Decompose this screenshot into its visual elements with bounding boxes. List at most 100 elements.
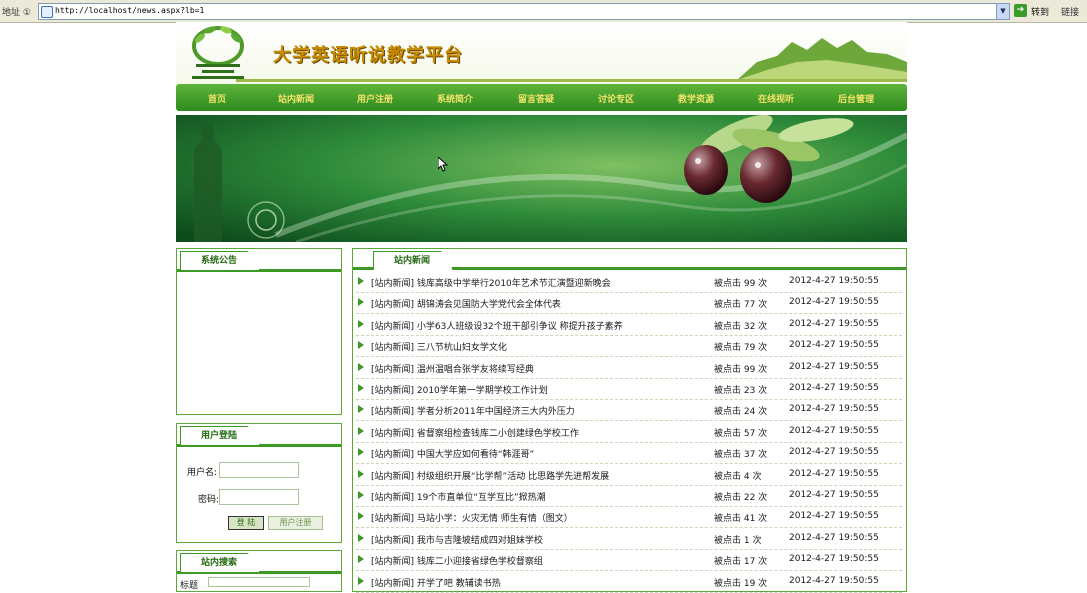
nav-item-home[interactable]: 首页 — [208, 92, 226, 105]
news-row[interactable]: [站内新闻] 三八节杭山妇女学文化 被点击 79 次 2012-4-27 19:50… — [356, 335, 902, 358]
news-clicks: 被点击 99 次 — [714, 364, 768, 375]
news-date: 2012-4-27 19:50:55 — [789, 340, 879, 351]
news-row[interactable]: [站内新闻] 2010学年第一学期学校工作计划 被点击 23 次 2012-4-27… — [356, 378, 902, 400]
news-date: 2012-4-27 19:50:55 — [789, 297, 879, 308]
news-date: 2012-4-27 19:50:55 — [789, 511, 879, 522]
news-clicks: 被点击 77 次 — [714, 300, 768, 311]
search-input[interactable] — [208, 577, 310, 587]
nav-item-messages[interactable]: 留言答疑 — [518, 92, 554, 105]
bullet-icon — [358, 426, 364, 435]
links-button[interactable]: 链接 — [1061, 5, 1079, 18]
news-date: 2012-4-27 19:50:55 — [789, 318, 879, 329]
news-clicks: 被点击 4 次 — [714, 471, 762, 482]
news-title-link[interactable]: [站内新闻] 学者分析2011年中国经济三大内外压力 — [371, 404, 575, 417]
news-clicks: 被点击 41 次 — [714, 514, 768, 525]
nav-item-admin[interactable]: 后台管理 — [838, 92, 874, 105]
bullet-icon — [358, 277, 364, 285]
news-date: 2012-4-27 19:50:55 — [789, 425, 879, 436]
news-row[interactable]: [站内新闻] 我市与吉隆坡结成四对姐妹学校 被点击 1 次 2012-4-27 19… — [356, 528, 902, 550]
password-label: 密码: — [198, 495, 220, 505]
bullet-icon — [358, 491, 364, 499]
news-row[interactable]: [站内新闻] 钱库二小迎接省绿色学校督察组 被点击 17 次 2012-4-27 1… — [356, 549, 902, 572]
nav-item-register[interactable]: 用户注册 — [357, 92, 393, 105]
hills-decoration — [737, 38, 907, 80]
password-input[interactable] — [219, 489, 299, 505]
news-row[interactable]: [站内新闻] 钱库高级中学举行2010年艺术节汇演暨迎新晚会 被点击 99 次 20… — [356, 271, 902, 293]
news-title-link[interactable]: [站内新闻] 小学63人班级设32个班干部引争议 称提升孩子素养 — [371, 319, 623, 332]
news-row[interactable]: [站内新闻] 开学了吧 教辅读书热 被点击 19 次 2012-4-27 19:50… — [356, 571, 902, 593]
news-row[interactable]: [站内新闻] 马站小学：火灾无情 师生有情（图文） 被点击 41 次 2012-4-… — [356, 506, 902, 529]
search-label: 标题 — [180, 581, 199, 591]
header-divider — [236, 79, 907, 82]
chevron-down-icon[interactable]: ▼ — [996, 3, 1010, 20]
news-row[interactable]: [站内新闻] 省督察组检查钱库二小创建绿色学校工作 被点击 57 次 2012-4-… — [356, 421, 902, 443]
bullet-icon — [358, 512, 364, 521]
bullet-icon — [358, 576, 364, 585]
news-clicks: 被点击 22 次 — [714, 493, 768, 503]
news-title-link[interactable]: [站内新闻] 三八节杭山妇女学文化 — [371, 340, 507, 353]
news-title-link[interactable]: [站内新闻] 2010学年第一学期学校工作计划 — [371, 383, 548, 396]
browser-address-bar: 地址 ① http://localhost/news.aspx?lb=1 ▼ ➔… — [0, 0, 1087, 23]
news-clicks: 被点击 23 次 — [714, 386, 768, 396]
news-row[interactable]: [站内新闻] 胡锦涛会见国防大学党代会全体代表 被点击 77 次 2012-4-27… — [356, 292, 902, 315]
nav-item-forum[interactable]: 讨论专区 — [598, 92, 634, 105]
username-input[interactable] — [219, 462, 299, 478]
news-date: 2012-4-27 19:50:55 — [789, 575, 879, 586]
go-arrow-icon: ➔ — [1014, 4, 1027, 17]
news-clicks: 被点击 19 次 — [714, 578, 768, 589]
notice-title: 系统公告 — [180, 251, 261, 270]
news-clicks: 被点击 79 次 — [714, 343, 768, 354]
banner-image — [176, 115, 907, 242]
bullet-icon — [358, 469, 364, 478]
search-panel-header: 站内搜索 — [177, 551, 341, 574]
news-panel-header: 站内新闻 — [353, 249, 906, 270]
news-row[interactable]: [站内新闻] 村级组织开展“比学帮”活动 比思路学先进帮发展 被点击 4 次 201… — [356, 464, 902, 486]
news-date: 2012-4-27 19:50:55 — [789, 532, 879, 543]
register-button[interactable]: 用户注册 — [268, 516, 323, 530]
bullet-icon — [358, 298, 364, 307]
news-title-link[interactable]: [站内新闻] 胡锦涛会见国防大学党代会全体代表 — [371, 297, 561, 310]
address-input[interactable]: http://localhost/news.aspx?lb=1 — [38, 3, 1010, 20]
news-row[interactable]: [站内新闻] 中国大学应如何看待“韩涯哥” 被点击 37 次 2012-4-27 1… — [356, 442, 902, 465]
address-label: 地址 ① — [2, 8, 31, 18]
news-row[interactable]: [站内新闻] 19个市直单位“互学互比”掀热潮 被点击 22 次 2012-4-27… — [356, 485, 902, 507]
news-row[interactable]: [站内新闻] 温州温唱合张学友将续写经典 被点击 99 次 2012-4-27 19… — [356, 357, 902, 379]
site-logo — [192, 26, 244, 79]
news-title-link[interactable]: [站内新闻] 中国大学应如何看待“韩涯哥” — [371, 447, 534, 460]
news-title-link[interactable]: [站内新闻] 村级组织开展“比学帮”活动 比思路学先进帮发展 — [371, 469, 609, 482]
bullet-icon — [358, 448, 364, 457]
news-date: 2012-4-27 19:50:55 — [789, 361, 879, 372]
news-row[interactable]: [站内新闻] 学者分析2011年中国经济三大内外压力 被点击 24 次 2012-4… — [356, 399, 902, 422]
go-label: 转到 — [1031, 8, 1050, 18]
news-date: 2012-4-27 19:50:55 — [789, 276, 879, 286]
news-date: 2012-4-27 19:50:55 — [789, 490, 879, 500]
login-button[interactable]: 登 陆 — [228, 516, 264, 530]
address-url: http://localhost/news.aspx?lb=1 — [55, 6, 205, 15]
news-clicks: 被点击 17 次 — [714, 557, 768, 568]
notice-panel-header: 系统公告 — [177, 249, 341, 272]
news-title-link[interactable]: [站内新闻] 钱库二小迎接省绿色学校督察组 — [371, 554, 543, 567]
news-title-link[interactable]: [站内新闻] 我市与吉隆坡结成四对姐妹学校 — [371, 533, 543, 546]
bullet-icon — [358, 341, 364, 350]
mouse-cursor-icon — [438, 157, 448, 172]
news-title-link[interactable]: [站内新闻] 马站小学：火灾无情 师生有情（图文） — [371, 511, 573, 524]
nav-item-resources[interactable]: 教学资源 — [678, 92, 714, 105]
login-panel-header: 用户登陆 — [177, 424, 341, 447]
news-clicks: 被点击 32 次 — [714, 321, 768, 332]
news-clicks: 被点击 57 次 — [714, 428, 768, 439]
nav-item-about[interactable]: 系统简介 — [437, 92, 473, 105]
news-title-link[interactable]: [站内新闻] 开学了吧 教辅读书热 — [371, 576, 501, 589]
news-row[interactable]: [站内新闻] 小学63人班级设32个班干部引争议 称提升孩子素养 被点击 32 次… — [356, 314, 902, 336]
news-title-link[interactable]: [站内新闻] 省督察组检查钱库二小创建绿色学校工作 — [371, 426, 579, 439]
bullet-icon — [358, 405, 364, 414]
nav-item-news[interactable]: 站内新闻 — [278, 92, 314, 105]
news-title-link[interactable]: [站内新闻] 19个市直单位“互学互比”掀热潮 — [371, 490, 546, 503]
news-title-link[interactable]: [站内新闻] 温州温唱合张学友将续写经典 — [371, 362, 534, 375]
nav-item-media[interactable]: 在线视听 — [758, 92, 794, 105]
site-title: 大学英语听说教学平台 — [273, 45, 463, 66]
main-nav: 首页 站内新闻 用户注册 系统简介 留言答疑 讨论专区 教学资源 在线视听 后台… — [176, 84, 907, 111]
login-title: 用户登陆 — [180, 426, 261, 445]
news-clicks: 被点击 37 次 — [714, 450, 768, 461]
news-title-link[interactable]: [站内新闻] 钱库高级中学举行2010年艺术节汇演暨迎新晚会 — [371, 276, 611, 289]
notice-panel: 系统公告 — [176, 248, 342, 415]
